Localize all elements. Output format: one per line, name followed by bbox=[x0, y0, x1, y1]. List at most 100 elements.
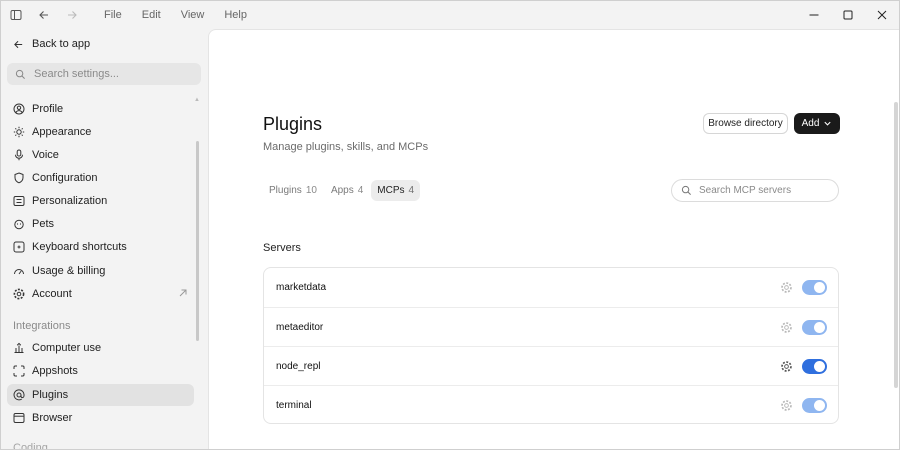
menu-edit[interactable]: Edit bbox=[132, 1, 171, 29]
sidebar-item-label: Personalization bbox=[32, 195, 108, 207]
settings-icon bbox=[13, 288, 25, 300]
search-icon bbox=[15, 69, 25, 79]
sidebar-item-label: Pets bbox=[32, 218, 55, 230]
app-window: File Edit View Help Back to app Search s… bbox=[0, 0, 900, 450]
user-icon bbox=[13, 103, 25, 115]
sidebar-item-computer-use[interactable]: Computer use bbox=[7, 337, 194, 359]
tab-mcps[interactable]: MCPs 4 bbox=[371, 180, 421, 201]
menu-help[interactable]: Help bbox=[214, 1, 257, 29]
sidebar-item-label: Keyboard shortcuts bbox=[32, 241, 127, 253]
settings-search-placeholder: Search settings... bbox=[34, 68, 119, 80]
sidebar-item-label: Plugins bbox=[32, 389, 69, 401]
toggle-knob bbox=[814, 400, 825, 411]
cursor-icon bbox=[13, 342, 25, 354]
back-to-app-link[interactable]: Back to app bbox=[13, 38, 90, 50]
shield-icon bbox=[13, 172, 25, 184]
servers-section-title: Servers bbox=[263, 242, 301, 254]
sidebar-item-label: Configuration bbox=[32, 172, 98, 184]
gear-icon[interactable] bbox=[780, 399, 793, 412]
toggle-knob bbox=[814, 282, 825, 293]
toggle-knob bbox=[814, 361, 825, 372]
scroll-up-icon[interactable]: ▲ bbox=[194, 97, 200, 103]
tab-label: MCPs bbox=[377, 185, 405, 196]
sidebar-item-label: Usage & billing bbox=[32, 265, 106, 277]
at-icon bbox=[13, 389, 25, 401]
add-button-label: Add bbox=[801, 118, 820, 129]
tab-label: Plugins bbox=[269, 185, 302, 196]
server-toggle[interactable] bbox=[802, 398, 827, 413]
server-row-node-repl: node_repl bbox=[264, 346, 838, 385]
server-name: terminal bbox=[276, 399, 312, 411]
server-row-marketdata: marketdata bbox=[264, 268, 838, 307]
settings-sidebar: Back to app Search settings... ▲ Profile… bbox=[1, 29, 207, 449]
tab-plugins[interactable]: Plugins 10 bbox=[263, 180, 323, 201]
minimize-icon[interactable] bbox=[797, 1, 831, 29]
mcp-search-placeholder: Search MCP servers bbox=[699, 185, 792, 196]
keyboard-icon bbox=[13, 241, 25, 253]
sidebar-item-browser[interactable]: Browser bbox=[7, 407, 194, 429]
server-name: node_repl bbox=[276, 360, 321, 372]
sidebar-item-label: Profile bbox=[32, 103, 64, 115]
sidebar-item-appshots[interactable]: Appshots bbox=[7, 360, 194, 382]
external-link-icon bbox=[178, 288, 188, 301]
menu-file[interactable]: File bbox=[94, 1, 132, 29]
server-toggle[interactable] bbox=[802, 280, 827, 295]
gauge-icon bbox=[13, 265, 25, 277]
gear-icon[interactable] bbox=[780, 281, 793, 294]
server-name: metaeditor bbox=[276, 321, 324, 333]
server-row-terminal: terminal bbox=[264, 385, 838, 424]
sidebar-item-appearance[interactable]: Appearance bbox=[7, 121, 194, 143]
server-toggle[interactable] bbox=[802, 359, 827, 374]
close-icon[interactable] bbox=[865, 1, 899, 29]
sidebar-item-usage-billing[interactable]: Usage & billing bbox=[7, 260, 194, 282]
gear-icon[interactable] bbox=[780, 321, 793, 334]
sidebar-item-account[interactable]: Account bbox=[7, 283, 194, 305]
browser-icon bbox=[13, 412, 25, 424]
toggle-knob bbox=[814, 322, 825, 333]
browse-directory-button[interactable]: Browse directory bbox=[703, 113, 788, 134]
sidebar-item-label: Account bbox=[32, 288, 72, 300]
sidebar-item-label: Appearance bbox=[32, 126, 92, 138]
sidebar-toggle-icon[interactable] bbox=[2, 1, 30, 29]
pet-icon bbox=[13, 218, 25, 230]
sidebar-item-label: Browser bbox=[32, 412, 73, 424]
title-bar: File Edit View Help bbox=[1, 1, 899, 29]
main-content: Plugins Manage plugins, skills, and MCPs… bbox=[208, 29, 899, 449]
sidebar-item-configuration[interactable]: Configuration bbox=[7, 167, 194, 189]
back-arrow-icon[interactable] bbox=[30, 1, 58, 29]
sliders-icon bbox=[13, 195, 25, 207]
page-title: Plugins bbox=[263, 114, 323, 134]
tab-count: 10 bbox=[305, 185, 317, 196]
main-scrollbar[interactable] bbox=[894, 102, 898, 388]
menu-view[interactable]: View bbox=[171, 1, 215, 29]
tab-bar: Plugins 10 Apps 4 MCPs 4 bbox=[263, 180, 421, 201]
servers-list: marketdata metaeditor node_repl terminal bbox=[263, 267, 839, 424]
sidebar-scrollbar[interactable] bbox=[196, 141, 199, 341]
server-toggle[interactable] bbox=[802, 320, 827, 335]
tab-apps[interactable]: Apps 4 bbox=[325, 180, 369, 201]
sidebar-item-label: Voice bbox=[32, 149, 59, 161]
integrations-section-label: Integrations bbox=[13, 320, 71, 332]
window-controls bbox=[797, 1, 899, 29]
sidebar-item-pets[interactable]: Pets bbox=[7, 213, 194, 235]
sidebar-item-label: Appshots bbox=[32, 365, 78, 377]
mcp-search-input[interactable]: Search MCP servers bbox=[671, 179, 839, 202]
forward-arrow-icon[interactable] bbox=[58, 1, 86, 29]
settings-search-input[interactable]: Search settings... bbox=[7, 63, 201, 85]
tab-count: 4 bbox=[408, 185, 415, 196]
arrow-left-icon bbox=[14, 40, 23, 48]
chevron-down-icon bbox=[824, 121, 831, 126]
sidebar-item-profile[interactable]: Profile bbox=[7, 98, 194, 120]
add-button[interactable]: Add bbox=[794, 113, 840, 134]
server-name: marketdata bbox=[276, 282, 327, 293]
gear-icon[interactable] bbox=[780, 360, 793, 373]
sidebar-item-label: Computer use bbox=[32, 342, 102, 354]
sidebar-item-voice[interactable]: Voice bbox=[7, 144, 194, 166]
maximize-icon[interactable] bbox=[831, 1, 865, 29]
sidebar-item-keyboard-shortcuts[interactable]: Keyboard shortcuts bbox=[7, 236, 194, 258]
sidebar-item-personalization[interactable]: Personalization bbox=[7, 190, 194, 212]
sidebar-item-plugins[interactable]: Plugins bbox=[7, 384, 194, 406]
sun-icon bbox=[13, 126, 25, 138]
microphone-icon bbox=[13, 149, 25, 161]
tab-label: Apps bbox=[330, 185, 354, 196]
